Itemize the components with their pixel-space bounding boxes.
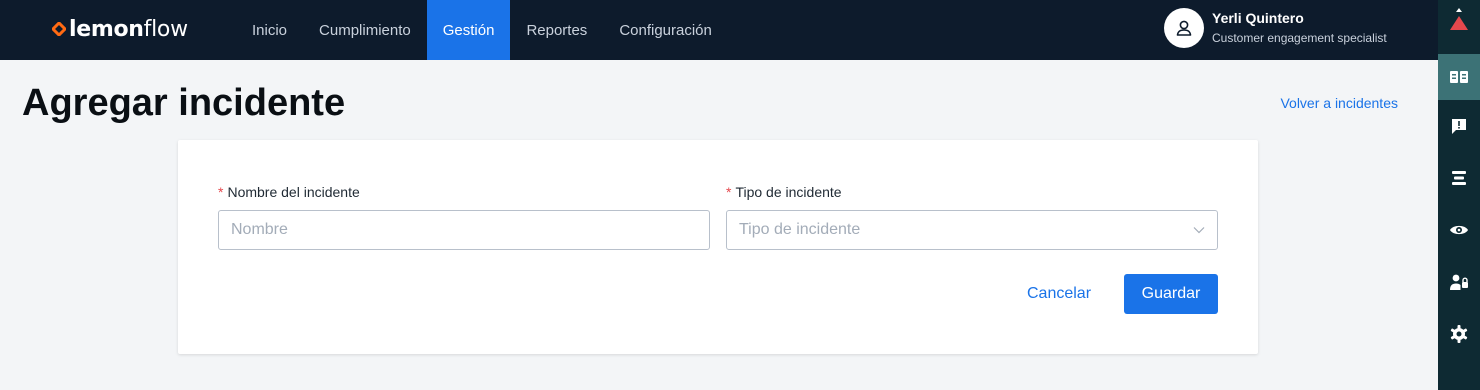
nav-item-cumplimiento[interactable]: Cumplimiento	[303, 0, 427, 60]
right-side-rail	[1438, 0, 1480, 390]
back-to-incidents-link[interactable]: Volver a incidentes	[1280, 95, 1398, 111]
lemonflow-logo[interactable]: lemonflow	[52, 14, 188, 44]
eye-icon	[1450, 225, 1468, 235]
list-icon	[1452, 171, 1466, 185]
rail-item-list[interactable]	[1438, 158, 1480, 198]
nav-item-inicio[interactable]: Inicio	[236, 0, 303, 60]
user-info: Yerli Quintero Customer engagement speci…	[1212, 9, 1387, 47]
avatar[interactable]	[1164, 8, 1204, 48]
rail-item-book[interactable]	[1438, 54, 1480, 100]
rail-item-eye[interactable]	[1438, 210, 1480, 250]
page-title: Agregar incidente	[22, 82, 346, 124]
logo-mark-icon	[52, 22, 66, 36]
rail-item-alert[interactable]	[1438, 2, 1480, 36]
nav-item-configuracion[interactable]: Configuración	[603, 0, 728, 60]
user-role: Customer engagement specialist	[1212, 31, 1387, 45]
incident-form-card: *Nombre del incidente *Tipo de incidente…	[178, 140, 1258, 354]
incident-type-label: * Tipo de incidente	[726, 183, 1218, 201]
incident-name-label: * Nombre del incidente	[218, 183, 710, 201]
alert-triangle-icon	[1450, 8, 1468, 30]
main-nav: Inicio Cumplimiento Gestión Reportes Con…	[236, 0, 728, 60]
incident-type-placeholder: Tipo de incidente	[739, 221, 861, 238]
save-button[interactable]: Guardar	[1124, 274, 1218, 314]
logo-text: lemonflow	[69, 17, 188, 42]
gear-icon	[1450, 325, 1468, 343]
incident-name-label-text: Nombre del incidente	[227, 184, 360, 200]
nav-item-reportes[interactable]: Reportes	[510, 0, 603, 60]
incident-type-label-text: Tipo de incidente	[735, 184, 842, 200]
chevron-down-icon	[1193, 227, 1205, 234]
book-open-icon	[1450, 71, 1468, 83]
logo-text-light: flow	[143, 16, 188, 42]
user-icon	[1176, 20, 1192, 36]
required-marker: *	[726, 184, 732, 200]
top-navigation-bar: lemonflow Inicio Cumplimiento Gestión Re…	[0, 0, 1438, 60]
required-marker: *	[218, 184, 224, 200]
user-menu[interactable]: Yerli Quintero Customer engagement speci…	[1164, 8, 1387, 48]
user-lock-icon	[1450, 274, 1468, 290]
rail-item-settings[interactable]	[1438, 314, 1480, 354]
incident-name-input[interactable]	[218, 210, 710, 250]
incident-type-field: * Tipo de incidente Tipo de incidente	[726, 183, 1218, 250]
user-name: Yerli Quintero	[1212, 10, 1304, 26]
feedback-icon	[1452, 119, 1466, 134]
logo-text-bold: lemon	[69, 16, 144, 42]
nav-item-gestion[interactable]: Gestión	[426, 0, 511, 60]
rail-item-user-lock[interactable]	[1438, 262, 1480, 302]
cancel-button[interactable]: Cancelar	[1014, 274, 1104, 314]
rail-item-feedback[interactable]	[1438, 106, 1480, 146]
incident-name-field: * Nombre del incidente	[218, 183, 710, 250]
incident-type-select[interactable]: Tipo de incidente	[726, 210, 1218, 250]
